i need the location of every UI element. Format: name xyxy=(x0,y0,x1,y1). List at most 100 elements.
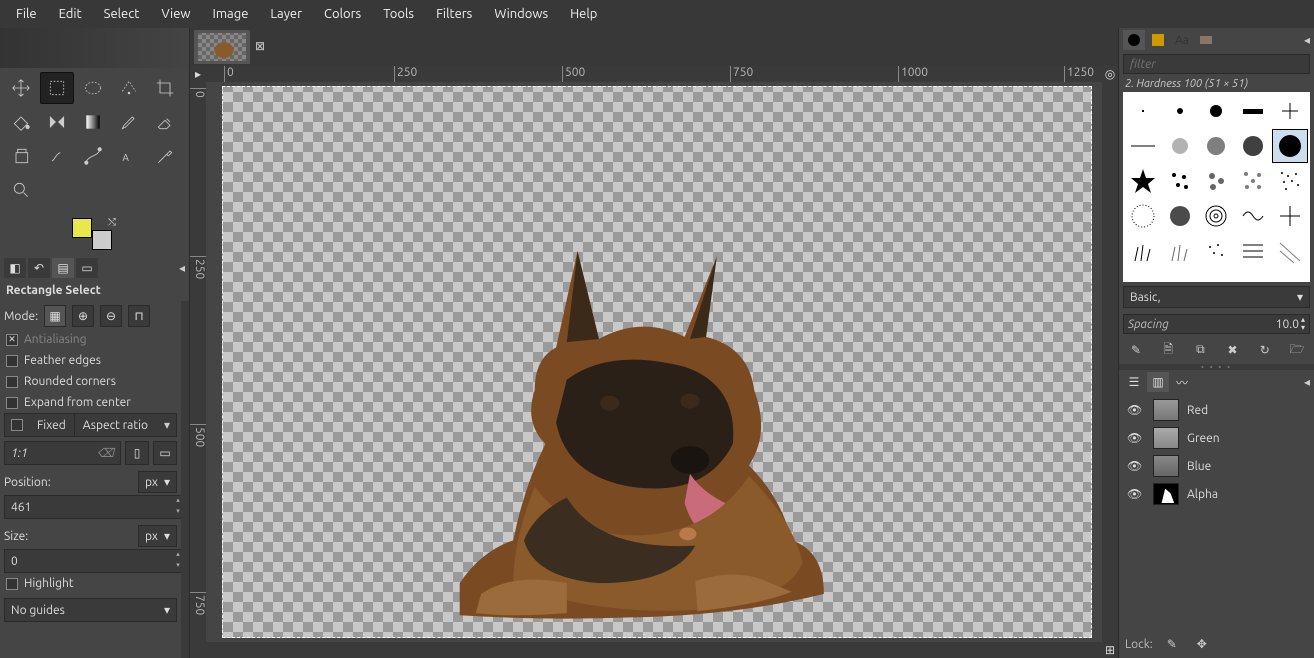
eye-icon[interactable]: 👁 xyxy=(1127,431,1145,445)
brush-soft-small[interactable] xyxy=(1162,94,1198,128)
menu-select[interactable]: Select xyxy=(94,3,150,25)
eye-icon[interactable]: 👁 xyxy=(1127,403,1145,417)
tool-zoom[interactable] xyxy=(4,174,38,206)
tool-eraser[interactable] xyxy=(148,106,182,138)
tool-crop[interactable] xyxy=(148,72,182,104)
brush-soft-2[interactable] xyxy=(1199,129,1235,163)
menu-layer[interactable]: Layer xyxy=(260,3,312,25)
ruler-horizontal[interactable]: 0 250 500 750 1000 1250 xyxy=(206,66,1102,82)
channel-green[interactable]: 👁 Green xyxy=(1123,424,1310,452)
tab-undo[interactable]: ▤ xyxy=(52,258,74,278)
fg-color[interactable] xyxy=(72,218,92,238)
menu-tools[interactable]: Tools xyxy=(373,3,424,25)
brush-hatch[interactable] xyxy=(1235,234,1271,268)
scrollbar-v[interactable] xyxy=(1102,82,1118,642)
position-unit[interactable]: px▾ xyxy=(138,471,177,493)
brush-texture-4[interactable] xyxy=(1235,199,1271,233)
brush-star[interactable] xyxy=(1125,164,1161,198)
feather-checkbox[interactable] xyxy=(6,355,18,367)
brush-spacing[interactable]: Spacing 10.0 ▴▾ xyxy=(1123,314,1310,334)
mode-add[interactable]: ⊕ xyxy=(72,305,94,327)
tab-paths[interactable]: 〰 xyxy=(1171,372,1193,392)
channel-red[interactable]: 👁 Red xyxy=(1123,396,1310,424)
close-tab-icon[interactable]: ⊠ xyxy=(252,39,268,55)
size-unit[interactable]: px▾ xyxy=(138,525,177,547)
canvas-viewport[interactable] xyxy=(206,82,1102,642)
brush-refresh-icon[interactable]: ↻ xyxy=(1254,340,1276,360)
brush-new-icon[interactable]: 🗎 xyxy=(1157,340,1179,360)
brush-filter-input[interactable] xyxy=(1123,54,1310,74)
tool-flip[interactable] xyxy=(40,106,74,138)
brush-hard-100[interactable] xyxy=(1272,129,1308,163)
brush-dots[interactable] xyxy=(1199,234,1235,268)
brush-scatter-3[interactable] xyxy=(1235,164,1271,198)
brush-preset-combo[interactable]: Basic,▾ xyxy=(1123,286,1310,308)
brush-scatter-1[interactable] xyxy=(1162,164,1198,198)
fixed-checkbox[interactable] xyxy=(11,419,23,431)
brush-pixel[interactable] xyxy=(1125,94,1161,128)
swap-colors-icon[interactable]: ⤭ xyxy=(108,216,116,228)
dock-menu-icon[interactable]: ◂ xyxy=(179,261,185,275)
tool-color-picker[interactable] xyxy=(148,140,182,172)
chevron-down-icon[interactable]: ▾ xyxy=(158,418,176,432)
brush-soft-3[interactable] xyxy=(1235,129,1271,163)
menu-windows[interactable]: Windows xyxy=(484,3,558,25)
tab-device[interactable]: ↶ xyxy=(28,258,50,278)
image-tab[interactable] xyxy=(194,30,250,64)
menu-edit[interactable]: Edit xyxy=(49,3,92,25)
tab-tool-options[interactable]: ◧ xyxy=(4,258,26,278)
brush-texture-1[interactable] xyxy=(1125,199,1161,233)
brush-grass-2[interactable] xyxy=(1162,234,1198,268)
brush-dup-icon[interactable]: ⧉ xyxy=(1189,340,1211,360)
brush-soft-1[interactable] xyxy=(1162,129,1198,163)
eye-icon[interactable]: 👁 xyxy=(1127,487,1145,501)
tool-move[interactable] xyxy=(4,72,38,104)
ruler-vertical[interactable]: 0 250 500 750 xyxy=(190,82,206,642)
channel-alpha[interactable]: 👁 Alpha xyxy=(1123,480,1310,508)
scrollbar-h[interactable] xyxy=(206,642,1102,658)
ruler-corner-tl[interactable]: ▸ xyxy=(190,66,206,82)
menu-view[interactable]: View xyxy=(151,3,200,25)
brush-soft-med[interactable] xyxy=(1199,94,1235,128)
pos-x-input[interactable]: ▴▾ xyxy=(4,495,185,519)
mode-sub[interactable]: ⊖ xyxy=(100,305,122,327)
brush-cross-2[interactable] xyxy=(1272,199,1308,233)
brush-grid[interactable] xyxy=(1123,92,1310,282)
ratio-input[interactable]: 1:1⌫ xyxy=(4,441,121,465)
tab-patterns[interactable] xyxy=(1147,30,1169,50)
brush-grass-1[interactable] xyxy=(1125,234,1161,268)
tool-text[interactable]: A xyxy=(112,140,146,172)
menu-file[interactable]: File xyxy=(6,3,47,25)
tab-history[interactable] xyxy=(1195,30,1217,50)
tool-gradient[interactable] xyxy=(76,106,110,138)
brush-texture-3[interactable] xyxy=(1199,199,1235,233)
tool-paths[interactable] xyxy=(76,140,110,172)
tool-rect-select[interactable] xyxy=(40,72,74,104)
tool-bucket[interactable] xyxy=(4,106,38,138)
brush-scatter-2[interactable] xyxy=(1199,164,1235,198)
mode-replace[interactable]: ▦ xyxy=(44,305,66,327)
bg-color[interactable] xyxy=(92,230,112,250)
tab-brushes[interactable] xyxy=(1123,30,1145,50)
tool-clone[interactable] xyxy=(4,140,38,172)
tool-smudge[interactable] xyxy=(40,140,74,172)
ruler-corner-tr[interactable]: ◎ xyxy=(1102,66,1118,82)
expand-checkbox[interactable] xyxy=(6,397,18,409)
tool-ellipse-select[interactable] xyxy=(76,72,110,104)
landscape-icon[interactable]: ▭ xyxy=(153,441,177,465)
nav-preview-icon[interactable]: ⊞ xyxy=(1102,642,1118,658)
brush-block[interactable] xyxy=(1235,94,1271,128)
menu-help[interactable]: Help xyxy=(560,3,607,25)
guides-combo[interactable]: No guides▾ xyxy=(4,598,177,622)
brush-cross[interactable] xyxy=(1272,94,1308,128)
brush-del-icon[interactable]: ✖ xyxy=(1222,340,1244,360)
tool-fuzzy-select[interactable] xyxy=(112,72,146,104)
mode-intersect[interactable]: ⊓ xyxy=(128,305,150,327)
eye-icon[interactable]: 👁 xyxy=(1127,459,1145,473)
highlight-checkbox[interactable] xyxy=(6,578,18,590)
dock-menu-icon[interactable]: ◂ xyxy=(1304,33,1310,47)
menu-image[interactable]: Image xyxy=(203,3,259,25)
menu-filters[interactable]: Filters xyxy=(426,3,482,25)
brush-texture-2[interactable] xyxy=(1162,199,1198,233)
brush-edit-icon[interactable]: ✎ xyxy=(1125,340,1147,360)
